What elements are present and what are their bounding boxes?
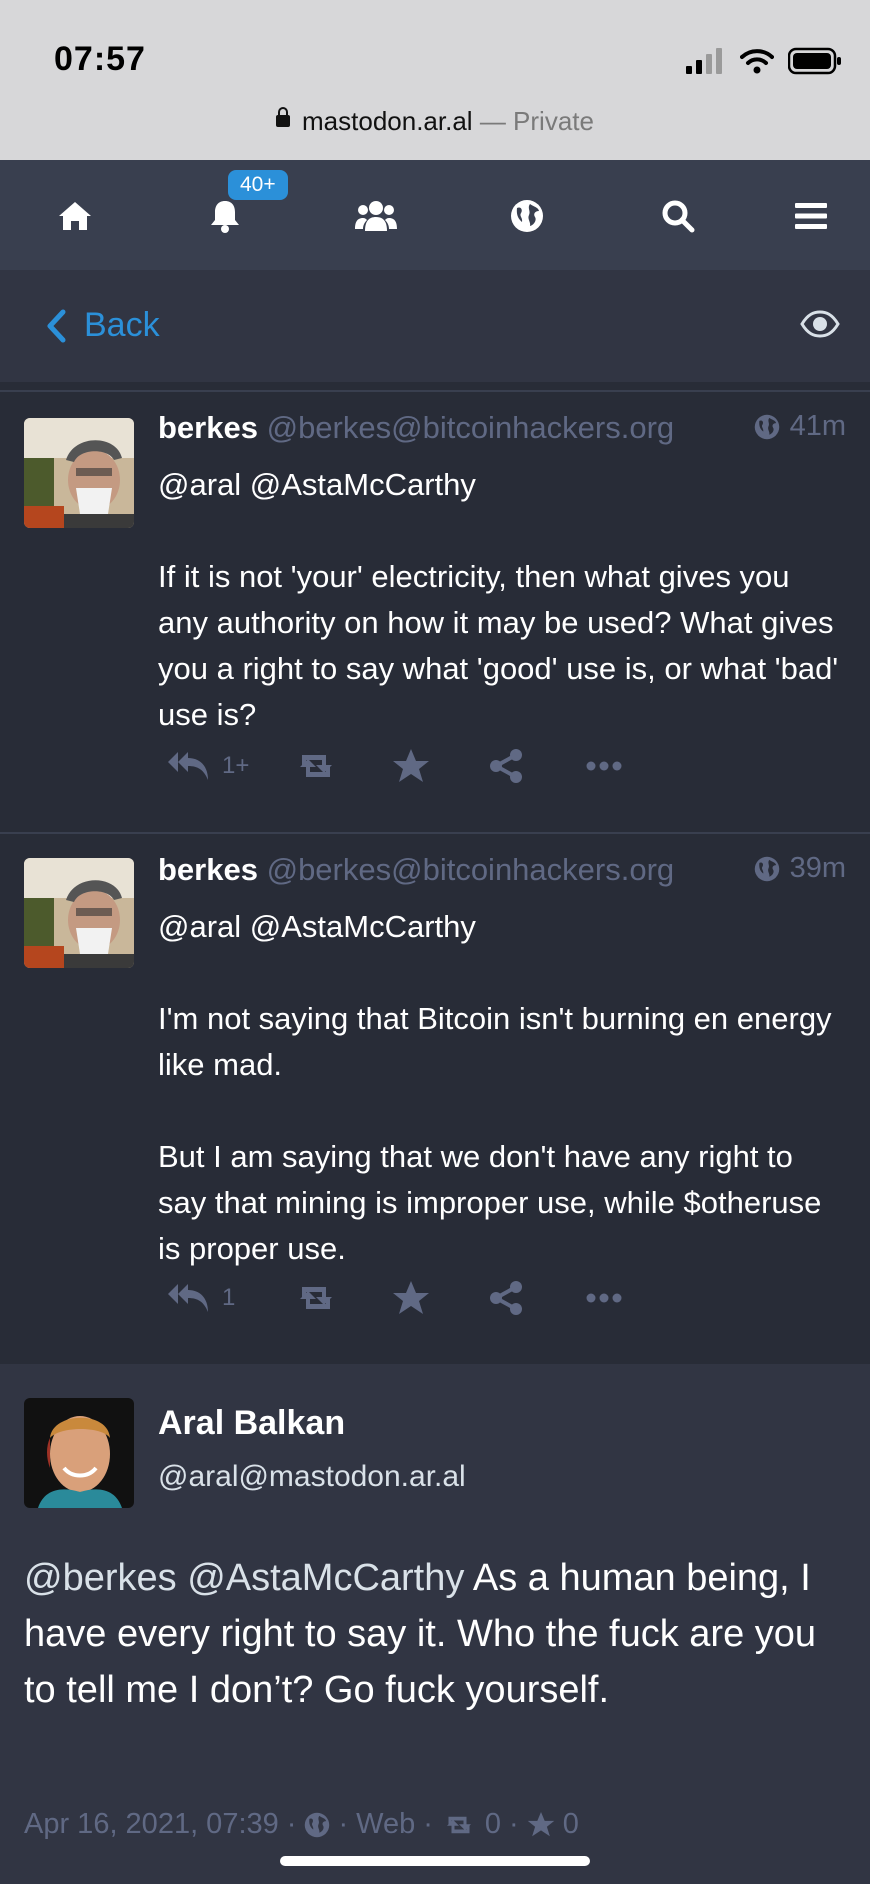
boost-icon bbox=[300, 1287, 332, 1309]
avatar[interactable] bbox=[24, 418, 134, 528]
wifi-icon bbox=[740, 49, 774, 74]
status-item[interactable]: berkes @berkes@bitcoinhackers.org 39m @a… bbox=[0, 834, 870, 1364]
reply-count: 1+ bbox=[222, 752, 250, 779]
status-content: @berkes @AstaMcCarthy As a human being, … bbox=[24, 1550, 854, 1718]
share-icon bbox=[490, 749, 522, 783]
column-header: Back bbox=[0, 270, 870, 382]
boost-button[interactable] bbox=[292, 1283, 340, 1313]
bell-icon bbox=[211, 201, 239, 233]
status-timestamp[interactable]: 41m bbox=[754, 410, 846, 443]
more-button[interactable] bbox=[586, 761, 622, 771]
share-button[interactable] bbox=[488, 1280, 524, 1316]
boost-button[interactable] bbox=[292, 751, 340, 781]
status-mentions[interactable]: @aral @AstaMcCarthy bbox=[158, 904, 848, 950]
ellipsis-icon bbox=[586, 761, 622, 771]
home-tab[interactable] bbox=[51, 192, 99, 240]
address-bar[interactable]: mastodon.ar.al — Private bbox=[0, 106, 870, 137]
avatar-image bbox=[24, 1398, 134, 1508]
avatar[interactable] bbox=[24, 1398, 134, 1508]
boost-icon bbox=[300, 755, 332, 777]
federated-timeline-tab[interactable] bbox=[503, 192, 551, 240]
notifications-badge: 40+ bbox=[228, 170, 288, 200]
status-mentions[interactable]: @aral @AstaMcCarthy bbox=[158, 462, 848, 508]
boost-icon bbox=[446, 1816, 471, 1833]
menu-tab[interactable] bbox=[787, 192, 835, 240]
status-text: I'm not saying that Bitcoin isn't burnin… bbox=[158, 1001, 832, 1082]
people-icon bbox=[355, 201, 397, 231]
avatar-image bbox=[24, 418, 134, 528]
share-button[interactable] bbox=[488, 748, 524, 784]
cellular-signal-icon bbox=[686, 48, 722, 74]
menu-icon bbox=[795, 203, 827, 229]
search-icon bbox=[662, 200, 695, 233]
favourite-count[interactable]: 0 bbox=[563, 1808, 579, 1841]
more-button[interactable] bbox=[586, 1293, 622, 1303]
globe-icon bbox=[754, 856, 779, 881]
star-icon bbox=[527, 1811, 554, 1837]
status-mentions[interactable]: @berkes @AstaMcCarthy bbox=[24, 1557, 464, 1599]
share-icon bbox=[490, 1281, 522, 1315]
status-text: If it is not 'your' electricity, then wh… bbox=[158, 559, 839, 732]
url-domain: mastodon.ar.al bbox=[302, 106, 473, 136]
lock-icon bbox=[276, 107, 291, 128]
display-name[interactable]: berkes bbox=[158, 410, 258, 445]
star-icon bbox=[393, 1281, 429, 1314]
favourite-button[interactable] bbox=[392, 748, 430, 784]
reply-button[interactable]: 1 bbox=[168, 1282, 235, 1314]
reply-all-icon bbox=[168, 1284, 208, 1312]
globe-icon bbox=[511, 200, 543, 232]
display-name[interactable]: Aral Balkan bbox=[158, 1404, 345, 1443]
ellipsis-icon bbox=[586, 1293, 622, 1303]
status-item[interactable]: berkes @berkes@bitcoinhackers.org 41m @a… bbox=[0, 392, 870, 832]
back-label: Back bbox=[84, 306, 160, 344]
display-name[interactable]: berkes bbox=[158, 852, 258, 887]
status-meta: Apr 16, 2021, 07:39 · · Web · 0 · 0 bbox=[24, 1808, 579, 1841]
boost-count[interactable]: 0 bbox=[485, 1808, 501, 1841]
search-tab[interactable] bbox=[654, 192, 702, 240]
reply-count: 1 bbox=[222, 1284, 236, 1311]
globe-icon bbox=[305, 1812, 330, 1837]
status-text: But I am saying that we don't have any r… bbox=[158, 1139, 822, 1266]
home-icon bbox=[59, 202, 91, 230]
status-content: @aral @AstaMcCarthy I'm not saying that … bbox=[158, 904, 848, 1272]
status-application[interactable]: Web bbox=[356, 1808, 415, 1841]
local-timeline-tab[interactable] bbox=[352, 192, 400, 240]
reply-all-icon bbox=[168, 752, 208, 780]
star-icon bbox=[393, 749, 429, 782]
battery-icon bbox=[788, 47, 841, 75]
account-handle[interactable]: @berkes@bitcoinhackers.org bbox=[267, 852, 675, 887]
account-handle[interactable]: @berkes@bitcoinhackers.org bbox=[267, 410, 675, 445]
status-timestamp[interactable]: 39m bbox=[754, 852, 846, 885]
avatar[interactable] bbox=[24, 858, 134, 968]
private-mode-label: — Private bbox=[479, 106, 594, 136]
clock: 07:57 bbox=[54, 40, 146, 78]
eye-icon[interactable] bbox=[800, 310, 840, 338]
detailed-status: Aral Balkan @aral@mastodon.ar.al @berkes… bbox=[0, 1364, 870, 1884]
favourite-button[interactable] bbox=[392, 1280, 430, 1316]
account-handle[interactable]: @aral@mastodon.ar.al bbox=[158, 1460, 466, 1494]
status-content: @aral @AstaMcCarthy If it is not 'your' … bbox=[158, 462, 848, 738]
home-indicator[interactable] bbox=[280, 1856, 590, 1866]
avatar-image bbox=[24, 858, 134, 968]
status-date[interactable]: Apr 16, 2021, 07:39 bbox=[24, 1808, 279, 1841]
top-navigation bbox=[0, 160, 870, 270]
back-button[interactable]: Back bbox=[46, 306, 160, 345]
reply-button[interactable]: 1+ bbox=[168, 750, 249, 782]
chevron-left-icon bbox=[47, 309, 66, 342]
globe-icon bbox=[754, 414, 779, 439]
ios-status-bar: 07:57 mastodon.ar.al — Private bbox=[0, 0, 870, 160]
